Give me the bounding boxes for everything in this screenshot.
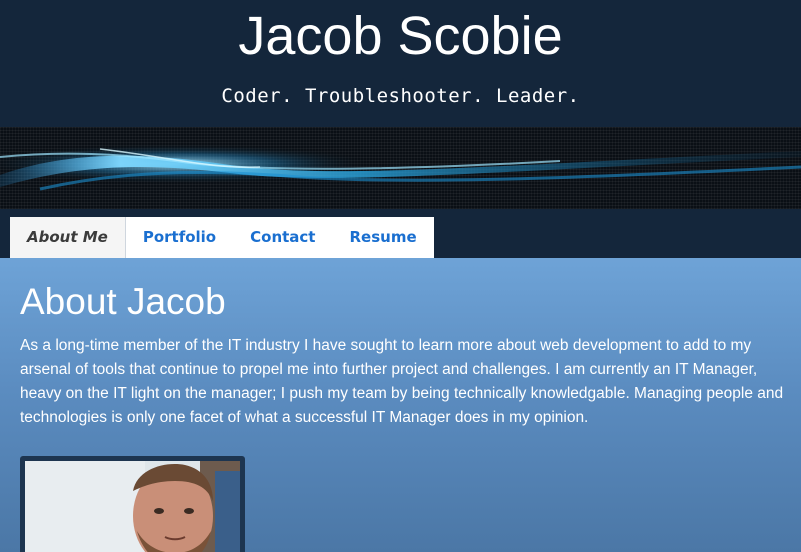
intro-paragraph: As a long-time member of the IT industry…	[20, 337, 784, 426]
navigation-bar: About Me Portfolio Contact Resume	[0, 209, 801, 258]
profile-photo-frame	[20, 456, 245, 552]
site-title: Jacob Scobie	[238, 6, 563, 66]
tab-resume[interactable]: Resume	[332, 217, 433, 258]
site-header: Jacob Scobie Coder. Troubleshooter. Lead…	[0, 0, 801, 127]
page-title: About Jacob	[20, 281, 226, 322]
site-tagline: Coder. Troubleshooter. Leader.	[221, 85, 580, 107]
main-content: About Jacob As a long-time member of the…	[0, 258, 801, 552]
tab-about-me[interactable]: About Me	[10, 217, 126, 258]
tab-contact[interactable]: Contact	[233, 217, 332, 258]
header-banner-image	[0, 127, 801, 209]
nav-tabs: About Me Portfolio Contact Resume	[10, 217, 434, 258]
profile-photo	[25, 461, 240, 552]
light-streak-graphic	[0, 127, 801, 209]
tab-portfolio[interactable]: Portfolio	[126, 217, 233, 258]
